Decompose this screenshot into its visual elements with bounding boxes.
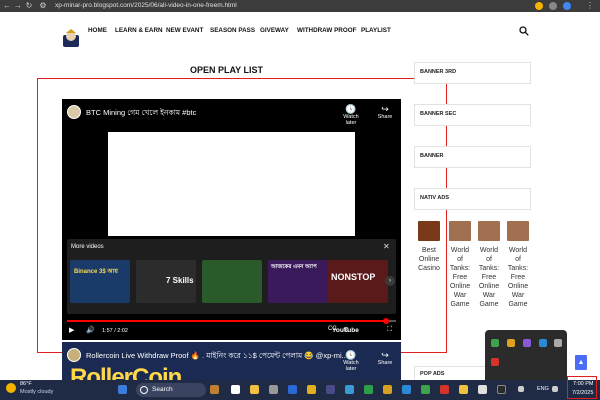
site-logo[interactable] <box>62 29 80 49</box>
taskbar-app-icon[interactable] <box>383 385 392 394</box>
taskbar-app-icon[interactable] <box>440 385 449 394</box>
taskbar-app-icon[interactable] <box>210 385 219 394</box>
watch-later-button[interactable]: 🕓 Watch later <box>338 350 364 372</box>
taskbar-app-icon[interactable] <box>288 385 297 394</box>
browser-toolbar: ← → ↻ ⚙ xp-minar-pro.blogspot.com/2025/0… <box>0 0 600 12</box>
nav-new-evant[interactable]: NEW EVANT <box>166 27 203 34</box>
search-icon <box>140 386 148 394</box>
weather-condition[interactable]: Mostly cloudy <box>20 389 53 395</box>
taskbar-app-icon[interactable] <box>421 385 430 394</box>
banner-label: BANNER <box>420 153 444 159</box>
weather-temperature[interactable]: 86°F <box>20 381 32 387</box>
ad-link[interactable]: World of Tanks: Free Online War Game <box>477 246 501 309</box>
tray-app-icon[interactable] <box>491 339 499 347</box>
highlight-box <box>37 78 447 353</box>
tray-app-icon[interactable] <box>491 358 499 366</box>
start-icon[interactable] <box>118 385 127 394</box>
scroll-to-top-button[interactable]: ▲ <box>575 355 587 370</box>
nav-giveway[interactable]: GIVEWAY <box>260 27 289 34</box>
taskbar-app-icon[interactable] <box>345 385 354 394</box>
ad-link[interactable]: World of Tanks: Free Online War Game <box>448 246 472 309</box>
menu-icon[interactable]: ⋮ <box>585 1 595 11</box>
nav-season-pass[interactable]: SEASON PASS <box>210 27 255 34</box>
ad-thumbnail[interactable] <box>507 221 529 241</box>
chevron-up-icon[interactable] <box>518 386 524 392</box>
language-indicator[interactable]: ENG <box>537 386 549 392</box>
ad-link[interactable]: World of Tanks: Free Online War Game <box>506 246 530 309</box>
ad-thumbnail[interactable] <box>449 221 471 241</box>
taskbar-app-icon[interactable] <box>497 385 506 394</box>
nav-playlist[interactable]: PLAYLIST <box>361 27 391 34</box>
taskbar-app-icon[interactable] <box>478 385 487 394</box>
video-title[interactable]: Rollercoin Live Withdraw Proof 🔥 . মাইনি… <box>86 351 348 363</box>
wifi-icon[interactable] <box>552 386 558 392</box>
reload-icon[interactable]: ↻ <box>24 1 34 11</box>
banner-3rd-label: BANNER 3RD <box>420 69 457 75</box>
back-icon[interactable]: ← <box>2 1 12 11</box>
clock-icon: 🕓 <box>345 350 357 360</box>
page-title: OPEN PLAY LIST <box>190 65 264 75</box>
nav-home[interactable]: HOME <box>88 27 107 34</box>
address-bar[interactable]: xp-minar-pro.blogspot.com/2025/06/all-vi… <box>55 1 237 11</box>
extensions-icon[interactable] <box>549 2 557 10</box>
highlight-box <box>567 376 597 399</box>
weather-icon[interactable] <box>6 383 16 393</box>
channel-avatar[interactable] <box>67 348 81 362</box>
tray-app-icon[interactable] <box>507 339 515 347</box>
tray-overflow-popup <box>485 330 567 384</box>
ad-thumbnail[interactable] <box>478 221 500 241</box>
taskbar-app-icon[interactable] <box>269 385 278 394</box>
search-icon[interactable] <box>519 26 529 36</box>
taskbar-search-label: Search <box>152 386 173 393</box>
taskbar-app-icon[interactable] <box>364 385 373 394</box>
nav-withdraw-proof[interactable]: WITHDRAW PROOF <box>297 27 356 34</box>
share-button[interactable]: ↪ Share <box>372 350 398 366</box>
file-explorer-icon[interactable] <box>250 385 259 394</box>
web-page: HOME LEARN & EARN NEW EVANT SEASON PASS … <box>0 12 600 388</box>
tray-app-icon[interactable] <box>554 339 562 347</box>
ad-link[interactable]: Best Online Casino <box>417 246 441 273</box>
task-view-icon[interactable] <box>231 385 240 394</box>
ad-thumbnail[interactable] <box>418 221 440 241</box>
share-icon: ↪ <box>381 350 389 360</box>
taskbar-app-icon[interactable] <box>307 385 316 394</box>
nav-learn-earn[interactable]: LEARN & EARN <box>115 27 163 34</box>
profile-avatar[interactable] <box>563 2 571 10</box>
banner-sec-label: BANNER SEC <box>420 111 457 117</box>
tray-app-icon[interactable] <box>539 339 547 347</box>
taskbar-app-icon[interactable] <box>459 385 468 394</box>
pop-ads-label: POP ADS <box>420 371 445 377</box>
bookmark-star-icon[interactable] <box>535 2 543 10</box>
site-info-icon[interactable]: ⚙ <box>38 1 48 11</box>
taskbar-app-icon[interactable] <box>402 385 411 394</box>
tray-app-icon[interactable] <box>523 339 531 347</box>
forward-icon[interactable]: → <box>13 1 23 11</box>
watch-later-label: Watch later <box>343 360 359 372</box>
native-ads-label: NATIV ADS <box>420 195 450 201</box>
taskbar <box>0 380 600 400</box>
share-label: Share <box>377 360 393 366</box>
taskbar-app-icon[interactable] <box>326 385 335 394</box>
